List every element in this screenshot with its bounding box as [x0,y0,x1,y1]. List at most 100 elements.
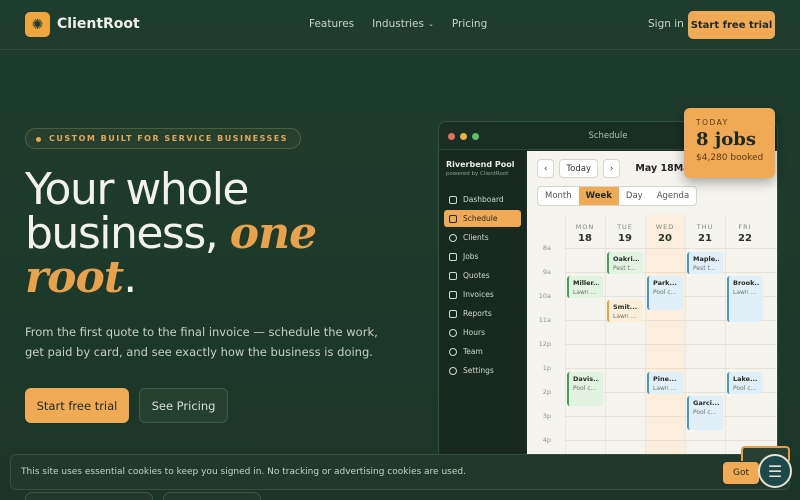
today-button[interactable]: Today [559,159,598,178]
sidebar-item-clients[interactable]: Clients [444,229,521,246]
day-header[interactable]: MON 18 [565,215,605,244]
hour-label: 9a [542,268,551,276]
schedule-event[interactable]: Smit... Lawn ... [607,300,643,322]
day-name: FRI [738,223,752,231]
event-title: Miller... [573,279,599,287]
sidebar-item-reports[interactable]: Reports [444,305,521,322]
nav-link-features[interactable]: Features [309,18,354,30]
hour-line [565,248,777,249]
start-trial-button-nav[interactable]: Start free trial [688,11,775,39]
chevron-down-icon: ⌄ [427,20,434,28]
sidebar-item-schedule[interactable]: Schedule [444,210,521,227]
sidebar-item-label: Clients [463,233,489,242]
sidebar-item-label: Team [463,347,483,356]
schedule-event[interactable]: Miller... Lawn ... [567,276,603,298]
dashboard-icon [449,195,457,204]
signin-link[interactable]: Sign in [648,18,684,30]
event-title: Smit... [613,303,638,311]
view-agenda[interactable]: Agenda [650,187,696,205]
sidebar-item-label: Hours [463,328,485,337]
sidebar-item-label: Schedule [463,214,498,223]
sidebar-item-label: Jobs [463,252,479,261]
chat-widget-icon[interactable]: ☰ [758,454,792,488]
day-header[interactable]: FRI 22 [725,215,765,244]
invoice-icon [449,290,457,299]
view-switcher: Month Week Day Agenda [537,186,698,206]
hour-label: 10a [538,292,551,300]
schedule-event[interactable]: Park... Pool c... [647,276,683,310]
schedule-event[interactable]: Davis... Pool c... [567,372,603,406]
schedule-event[interactable]: Brook... Lawn ... [727,276,763,322]
event-title: Lake... [733,375,758,383]
today-jobs-count: 8 jobs [696,129,757,150]
schedule-event[interactable]: Oakri... Pest t... [607,252,643,274]
column-divider [685,215,686,460]
sidebar-item-team[interactable]: Team [444,343,521,360]
week-grid: MON 18 TUE 19 WED 20 THU 21 FRI 22 8a 9a 10a 11a 12p 1p… [527,215,777,460]
hero-accent-word: one [229,208,317,259]
event-subtitle: Lawn ... [573,289,597,296]
cookie-accept-button[interactable]: Got [723,462,759,484]
schedule-toolbar: ‹ Today › May 18May [537,159,695,178]
hero-pill: CUSTOM BUILT FOR SERVICE BUSINESSES [25,128,301,149]
day-header[interactable]: THU 21 [685,215,725,244]
day-name: WED [655,223,675,231]
schedule-event[interactable]: Maple... Pest t... [687,252,723,274]
hero-line-2: business, one [25,212,317,256]
event-subtitle: Lawn ... [613,313,637,320]
prev-week-button[interactable]: ‹ [537,159,555,178]
nav-link-industries[interactable]: Industries ⌄ [372,18,434,30]
nav-link-pricing[interactable]: Pricing [452,18,487,30]
hour-line [565,416,777,417]
start-trial-button[interactable]: Start free trial [25,388,129,423]
view-week[interactable]: Week [578,187,619,205]
day-header[interactable]: WED 20 [645,215,685,244]
sidebar-item-dashboard[interactable]: Dashboard [444,191,521,208]
event-subtitle: Pest t... [613,265,636,272]
sidebar-item-settings[interactable]: Settings [444,362,521,379]
hero-feature-chip [163,492,261,500]
gear-icon [449,366,457,375]
schedule-event[interactable]: Pine... Lawn ... [647,372,683,394]
event-subtitle: Pest t... [693,265,716,272]
schedule-event[interactable]: Lake... Pool c... [727,372,763,394]
day-date: 20 [658,233,672,244]
sidebar-item-jobs[interactable]: Jobs [444,248,521,265]
event-subtitle: Pool c... [693,409,717,416]
sidebar-item-hours[interactable]: Hours [444,324,521,341]
event-subtitle: Pool c... [653,289,677,296]
sidebar-item-quotes[interactable]: Quotes [444,267,521,284]
hero-feature-chip [25,492,153,500]
next-week-button[interactable]: › [603,159,621,178]
logo-icon[interactable]: ✺ [25,12,50,37]
nav-links: Features Industries ⌄ Pricing [309,18,487,30]
hour-label: 3p [542,412,551,420]
chart-icon [449,309,457,318]
sidebar-item-label: Quotes [463,271,490,280]
day-date: 18 [578,233,592,244]
clock-icon [449,328,457,337]
today-label: TODAY [696,118,729,127]
workspace-name: Riverbend Pool [446,160,515,169]
event-title: Pine... [653,375,677,383]
event-subtitle: Lawn ... [733,289,757,296]
view-month[interactable]: Month [538,187,579,205]
see-pricing-button[interactable]: See Pricing [139,388,228,423]
column-divider [645,215,646,460]
sidebar-menu: Dashboard Schedule Clients Jobs Quotes I… [444,191,521,381]
hour-label: 2p [542,388,551,396]
cookie-banner: This site uses essential cookies to keep… [10,454,790,490]
calendar-icon [449,214,457,223]
team-icon [449,347,457,356]
brand-name[interactable]: ClientRoot [57,16,140,32]
day-date: 21 [698,233,712,244]
view-day[interactable]: Day [619,187,650,205]
hour-line [565,272,777,273]
hour-line [565,344,777,345]
column-divider [605,215,606,460]
hour-label: 4p [542,436,551,444]
schedule-event[interactable]: Garci... Pool c... [687,396,723,430]
sidebar-item-invoices[interactable]: Invoices [444,286,521,303]
day-header[interactable]: TUE 19 [605,215,645,244]
top-nav: ✺ ClientRoot Features Industries ⌄ Pricin… [0,0,800,50]
